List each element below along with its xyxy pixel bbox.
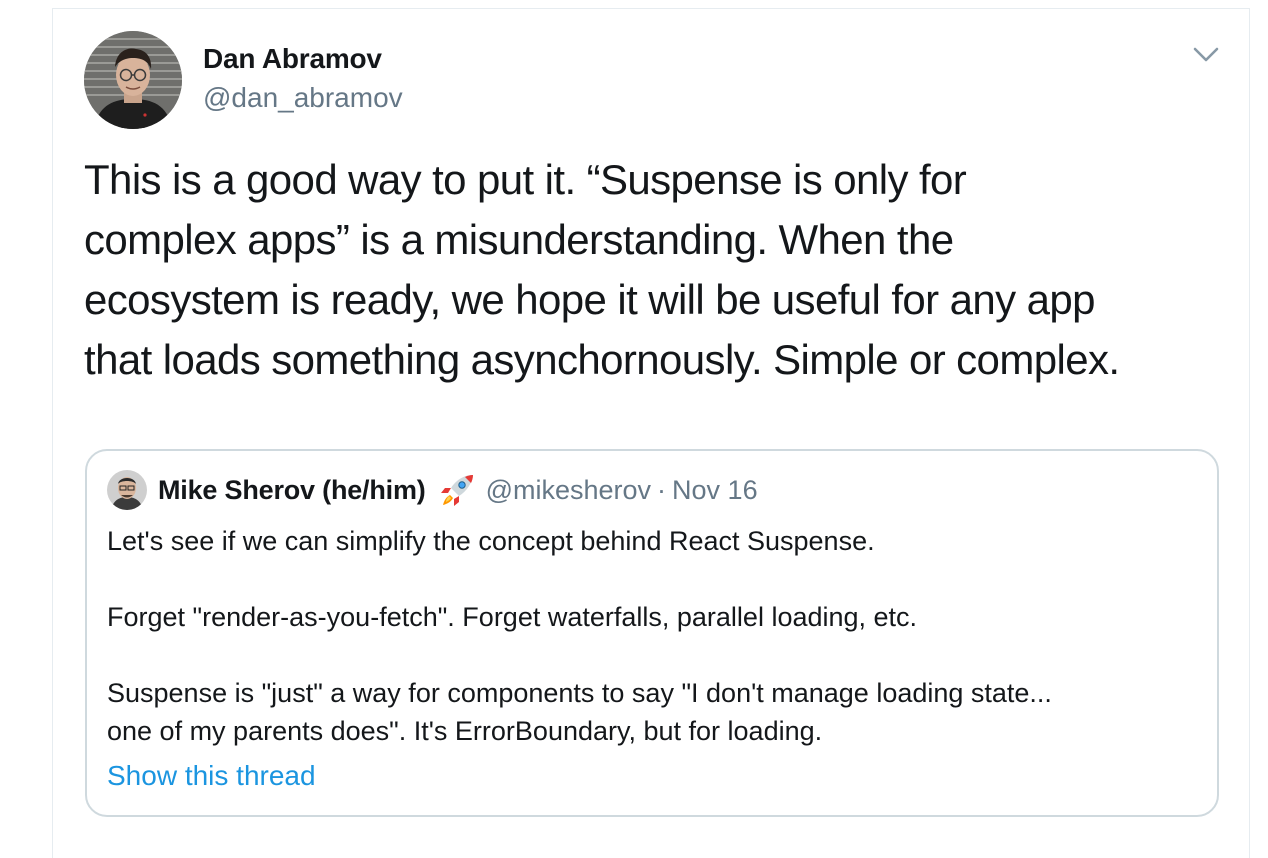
- author-name[interactable]: Dan Abramov: [203, 43, 382, 75]
- rocket-icon: [438, 473, 476, 507]
- tweet-text-line: ecosystem is ready, we hope it will be u…: [84, 276, 1095, 323]
- show-thread-link[interactable]: Show this thread: [107, 760, 316, 792]
- more-options-chevron-icon[interactable]: [1188, 40, 1224, 70]
- tweet-text-line: that loads something asynchornously. Sim…: [84, 336, 1120, 383]
- quoted-tweet-body: Let's see if we can simplify the concept…: [107, 522, 1207, 750]
- quoted-tweet-header: Mike Sherov (he/him) @mikesherov · Nov 1…: [158, 473, 758, 507]
- tweet-text-line: This is a good way to put it. “Suspense …: [84, 156, 967, 203]
- quoted-author-name: Mike Sherov (he/him): [158, 475, 426, 505]
- header-separator: ·: [657, 475, 667, 505]
- quoted-paragraph: Forget "render-as-you-fetch". Forget wat…: [107, 602, 918, 632]
- tweet-text-line: complex apps” is a misunderstanding. Whe…: [84, 216, 954, 263]
- author-avatar[interactable]: [84, 31, 182, 129]
- quoted-paragraph: Let's see if we can simplify the concept…: [107, 526, 875, 556]
- quoted-author-handle: @mikesherov: [485, 475, 652, 505]
- tweet-body: This is a good way to put it. “Suspense …: [84, 150, 1234, 390]
- quoted-paragraph-line: one of my parents does". It's ErrorBound…: [107, 716, 823, 746]
- quoted-paragraph-line: Suspense is "just" a way for components …: [107, 678, 1052, 708]
- quoted-author-avatar: [107, 470, 147, 510]
- author-handle[interactable]: @dan_abramov: [203, 82, 403, 114]
- quoted-tweet-date: Nov 16: [672, 475, 758, 505]
